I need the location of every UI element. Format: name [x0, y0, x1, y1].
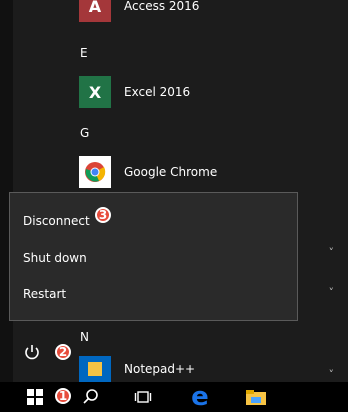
notepad-glyph: [88, 362, 102, 376]
app-label-access: Access 2016: [124, 0, 200, 13]
chevron-down-icon[interactable]: ˅: [329, 246, 335, 259]
menu-item-restart[interactable]: Restart: [23, 287, 66, 301]
step-badge-3: 3: [95, 207, 111, 223]
app-label-chrome: Google Chrome: [124, 165, 218, 179]
task-view-icon[interactable]: [130, 382, 156, 412]
internet-explorer-icon[interactable]: e: [185, 382, 215, 412]
power-options-menu: Disconnect Shut down Restart: [9, 192, 298, 321]
app-item-notepadpp[interactable]: Notepad++: [79, 356, 195, 382]
app-item-excel[interactable]: X Excel 2016: [79, 76, 190, 108]
group-letter-e[interactable]: E: [80, 46, 88, 60]
start-button[interactable]: [20, 382, 50, 412]
chrome-icon: [79, 156, 111, 188]
search-icon[interactable]: [78, 382, 104, 412]
app-item-chrome[interactable]: Google Chrome: [79, 156, 217, 188]
excel-icon: X: [79, 76, 111, 108]
step-badge-2: 2: [55, 344, 71, 360]
access-icon: A: [79, 0, 111, 22]
chevron-down-icon[interactable]: ˅: [329, 286, 335, 299]
notepadpp-icon: [79, 356, 111, 382]
windows-logo-icon: [27, 389, 43, 405]
app-item-access[interactable]: A Access 2016: [79, 0, 199, 22]
group-letter-g[interactable]: G: [80, 126, 89, 140]
taskbar: 1 e: [0, 382, 348, 412]
group-letter-n[interactable]: N: [80, 330, 89, 344]
start-left-rail: [0, 0, 13, 382]
power-icon[interactable]: [22, 342, 42, 362]
file-explorer-icon[interactable]: [243, 382, 269, 412]
step-badge-1: 1: [55, 388, 71, 404]
menu-item-shut-down[interactable]: Shut down: [23, 251, 87, 265]
app-label-excel: Excel 2016: [124, 85, 191, 99]
chevron-down-icon[interactable]: ˅: [329, 368, 335, 381]
app-label-notepadpp: Notepad++: [124, 362, 196, 376]
menu-item-disconnect[interactable]: Disconnect: [23, 214, 90, 228]
